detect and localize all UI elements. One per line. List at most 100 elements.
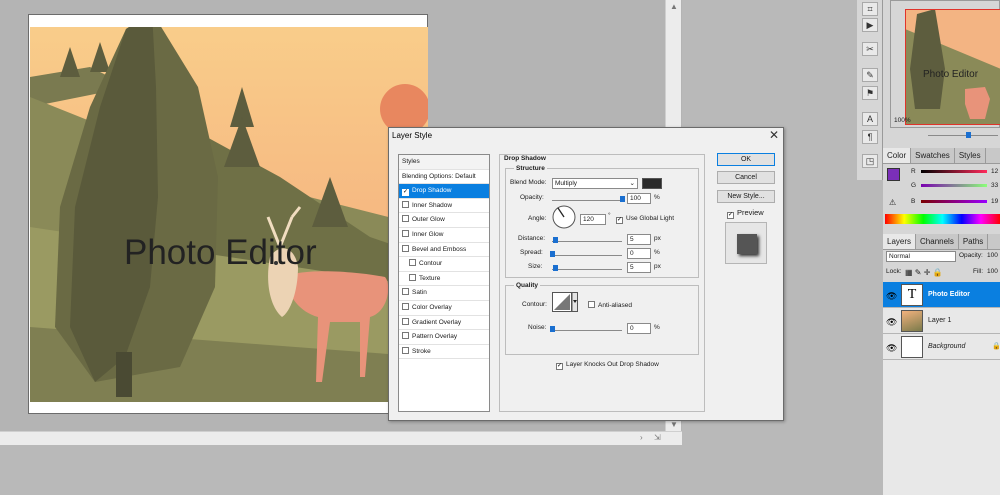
- history-icon[interactable]: ⌗: [862, 2, 878, 16]
- navigator-thumbnail[interactable]: [905, 9, 1000, 125]
- blend-mode-select[interactable]: Multiply ⌄: [552, 178, 638, 189]
- visibility-eye-icon[interactable]: 👁: [886, 291, 897, 302]
- style-item[interactable]: Gradient Overlay: [399, 316, 489, 331]
- tab-swatches[interactable]: Swatches: [911, 148, 955, 163]
- knockout-checkbox[interactable]: ✓ Layer Knocks Out Drop Shadow: [556, 361, 659, 370]
- checkbox-icon[interactable]: [402, 215, 409, 223]
- blending-options-item[interactable]: Blending Options: Default: [399, 170, 489, 185]
- channel-b-value[interactable]: 19: [991, 198, 998, 205]
- style-item[interactable]: Pattern Overlay: [399, 330, 489, 345]
- spread-slider-knob[interactable]: [550, 251, 555, 257]
- fill-value[interactable]: 100: [987, 268, 998, 275]
- character-icon[interactable]: A: [862, 112, 878, 126]
- navigator-zoom-slider[interactable]: [888, 131, 1000, 140]
- checkbox-icon[interactable]: [409, 259, 416, 267]
- clone-source-icon[interactable]: ⚑: [862, 86, 878, 100]
- layer-row-background[interactable]: 👁 Background 🔒: [883, 334, 1000, 360]
- layer-blend-mode-select[interactable]: Normal: [886, 251, 956, 262]
- brush-icon[interactable]: ✎: [862, 68, 878, 82]
- close-icon[interactable]: ✕: [769, 128, 779, 142]
- size-input[interactable]: 5: [627, 262, 651, 273]
- scroll-down-icon[interactable]: ▼: [670, 420, 678, 430]
- contour-picker[interactable]: [552, 292, 578, 312]
- distance-input[interactable]: 5: [627, 234, 651, 245]
- paragraph-icon[interactable]: ¶: [862, 130, 878, 144]
- spread-input[interactable]: 0: [627, 248, 651, 259]
- noise-slider-knob[interactable]: [550, 326, 555, 332]
- document-canvas[interactable]: Photo Editor: [28, 14, 428, 414]
- canvas-text-layer[interactable]: Photo Editor: [124, 233, 317, 273]
- checkbox-checked-icon[interactable]: ✓: [402, 189, 409, 197]
- color-ramp[interactable]: [885, 214, 1000, 224]
- channel-g-slider[interactable]: [921, 184, 987, 187]
- tab-styles[interactable]: Styles: [955, 148, 986, 163]
- horizontal-scrollbar[interactable]: › ⇲: [0, 431, 682, 445]
- checkbox-checked-icon[interactable]: ✓: [616, 217, 623, 224]
- preview-checkbox[interactable]: ✓ Preview: [727, 208, 764, 219]
- checkbox-checked-icon[interactable]: ✓: [556, 363, 563, 370]
- channel-r-value[interactable]: 12: [991, 168, 998, 175]
- noise-slider[interactable]: [552, 330, 622, 331]
- scroll-up-icon[interactable]: ▲: [670, 2, 678, 12]
- size-slider[interactable]: [552, 269, 622, 270]
- anti-aliased-checkbox[interactable]: Anti-aliased: [588, 301, 632, 309]
- checkbox-icon[interactable]: [402, 244, 409, 252]
- channel-r-slider[interactable]: [921, 170, 987, 173]
- style-item[interactable]: Stroke: [399, 345, 489, 360]
- layer-name[interactable]: Layer 1: [928, 317, 951, 324]
- size-slider-knob[interactable]: [553, 265, 558, 271]
- opacity-slider[interactable]: [552, 200, 622, 201]
- actions-icon[interactable]: ▶: [862, 18, 878, 32]
- style-item[interactable]: Texture: [399, 272, 489, 287]
- style-item[interactable]: Contour: [399, 257, 489, 272]
- angle-input[interactable]: 120: [580, 214, 606, 225]
- cancel-button[interactable]: Cancel: [717, 171, 775, 184]
- angle-dial-icon[interactable]: [552, 205, 576, 229]
- tab-layers[interactable]: Layers: [883, 234, 917, 249]
- style-item[interactable]: Color Overlay: [399, 301, 489, 316]
- zoom-slider-knob[interactable]: [966, 132, 971, 138]
- visibility-eye-icon[interactable]: 👁: [886, 343, 897, 354]
- lock-icons[interactable]: ▦ ✎ ✛ 🔒: [905, 268, 943, 277]
- foreground-color-swatch[interactable]: [887, 168, 900, 181]
- checkbox-icon[interactable]: [588, 301, 595, 308]
- tab-channels[interactable]: Channels: [916, 234, 959, 249]
- tools-icon[interactable]: ✂: [862, 42, 878, 56]
- layer-row-text[interactable]: 👁 T Photo Editor: [883, 282, 1000, 308]
- layer-row-image[interactable]: 👁 Layer 1: [883, 308, 1000, 334]
- checkbox-icon[interactable]: [402, 200, 409, 208]
- navigator-zoom[interactable]: 100%: [894, 117, 911, 124]
- checkbox-icon[interactable]: [409, 273, 416, 281]
- channel-g-value[interactable]: 33: [991, 182, 998, 189]
- new-style-button[interactable]: New Style...: [717, 190, 775, 203]
- 3d-icon[interactable]: ◳: [862, 154, 878, 168]
- layer-name[interactable]: Background: [928, 343, 965, 350]
- opacity-input[interactable]: 100: [627, 193, 651, 204]
- layer-name[interactable]: Photo Editor: [928, 291, 970, 298]
- distance-slider-knob[interactable]: [553, 237, 558, 243]
- layer-opacity-value[interactable]: 100: [987, 252, 998, 259]
- style-item[interactable]: ✓ Drop Shadow: [399, 184, 489, 199]
- style-item[interactable]: Inner Shadow: [399, 199, 489, 214]
- tab-color[interactable]: Color: [883, 148, 912, 163]
- styles-header[interactable]: Styles: [399, 155, 489, 170]
- checkbox-icon[interactable]: [402, 332, 409, 340]
- shadow-color-swatch[interactable]: [642, 178, 662, 189]
- checkbox-icon[interactable]: [402, 303, 409, 310]
- checkbox-icon[interactable]: [402, 346, 409, 354]
- checkbox-icon[interactable]: [402, 288, 409, 296]
- distance-slider[interactable]: [552, 241, 622, 242]
- checkbox-icon[interactable]: [402, 230, 409, 237]
- use-global-light-checkbox[interactable]: ✓ Use Global Light: [616, 215, 674, 224]
- style-item[interactable]: Inner Glow: [399, 228, 489, 243]
- opacity-slider-knob[interactable]: [620, 196, 625, 202]
- style-item[interactable]: Satin: [399, 286, 489, 301]
- style-item[interactable]: Outer Glow: [399, 213, 489, 228]
- style-item[interactable]: Bevel and Emboss: [399, 243, 489, 258]
- noise-input[interactable]: 0: [627, 323, 651, 334]
- checkbox-checked-icon[interactable]: ✓: [727, 212, 734, 219]
- ok-button[interactable]: OK: [717, 153, 775, 166]
- checkbox-icon[interactable]: [402, 317, 409, 325]
- scroll-right-icon[interactable]: ›: [640, 433, 643, 443]
- spread-slider[interactable]: [552, 255, 622, 256]
